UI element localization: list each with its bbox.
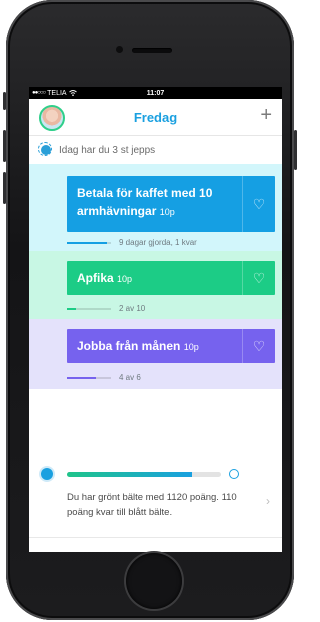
home-button[interactable] [126, 553, 182, 609]
nav-bar: Fredag + [29, 99, 282, 136]
belt-goal-icon [229, 469, 239, 479]
notice-text: Idag har du 3 st jepps [59, 144, 156, 156]
progress-text: 2 av 10 [119, 304, 146, 313]
front-camera [116, 46, 123, 53]
belt-dot-icon [41, 468, 53, 480]
task-title-area: Betala för kaffet med 10 armhävningar 10… [67, 176, 242, 232]
favorite-button[interactable]: ♡ [242, 261, 275, 295]
task-progress: 2 av 10 [67, 304, 145, 313]
task-title: Jobba från månen [77, 339, 181, 353]
page-title: Fredag [133, 109, 178, 125]
belt-progress-track [67, 472, 221, 477]
task-progress: 9 dagar gjorda, 1 kvar [67, 238, 197, 247]
volume-down-button [3, 172, 6, 204]
task-title-area: Apfika 10p [67, 261, 242, 295]
earpiece-speaker [132, 48, 172, 53]
heart-icon: ♡ [252, 269, 266, 286]
progress-track [67, 241, 111, 244]
favorite-button[interactable]: ♡ [242, 176, 275, 232]
task-title: Betala för kaffet med 10 armhävningar [77, 186, 213, 218]
app-screen: ●●○○○ TELIA 11:07 Fredag + Idag har du 3… [29, 87, 282, 552]
task-title: Apfika [77, 271, 114, 285]
task-section: Jobba från månen 10p ♡ 4 av 6 [29, 319, 282, 389]
task-points: 10p [117, 274, 133, 284]
plus-icon[interactable]: + [260, 105, 272, 125]
avatar[interactable] [39, 105, 65, 131]
belt-progress-row[interactable]: Du har grönt bälte med 1120 poäng. 110 p… [29, 452, 282, 532]
phone-frame: ●●○○○ TELIA 11:07 Fredag + Idag har du 3… [3, 0, 297, 620]
task-card[interactable]: Jobba från månen 10p ♡ [67, 329, 275, 363]
divider [29, 537, 282, 538]
task-progress: 4 av 6 [67, 373, 141, 382]
status-time: 11:07 [146, 89, 165, 97]
heart-icon: ♡ [252, 195, 266, 212]
status-bar: ●●○○○ TELIA 11:07 [29, 87, 282, 99]
progress-track [67, 376, 111, 379]
task-section: Apfika 10p ♡ 2 av 10 [29, 251, 282, 319]
progress-text: 9 dagar gjorda, 1 kvar [119, 238, 197, 247]
task-card[interactable]: Betala för kaffet med 10 armhävningar 10… [67, 176, 275, 232]
progress-fill [67, 241, 107, 244]
chevron-right-icon[interactable]: › [266, 494, 270, 508]
task-points: 10p [159, 207, 175, 217]
volume-up-button [3, 130, 6, 162]
task-title-area: Jobba från månen 10p [67, 329, 242, 363]
power-button [294, 130, 297, 170]
mute-switch [3, 92, 6, 110]
progress-text: 4 av 6 [119, 373, 141, 382]
task-points: 10p [183, 342, 199, 352]
task-section: Betala för kaffet med 10 armhävningar 10… [29, 164, 282, 251]
heart-icon: ♡ [252, 337, 266, 354]
progress-fill [67, 376, 97, 379]
sun-icon [38, 142, 52, 156]
daily-notice: Idag har du 3 st jepps [29, 136, 282, 164]
belt-progress-fill [67, 472, 192, 477]
task-card[interactable]: Apfika 10p ♡ [67, 261, 275, 295]
belt-text: Du har grönt bälte med 1120 poäng. 110 p… [67, 492, 237, 518]
progress-fill [67, 307, 76, 310]
favorite-button[interactable]: ♡ [242, 329, 275, 363]
progress-track [67, 307, 111, 310]
